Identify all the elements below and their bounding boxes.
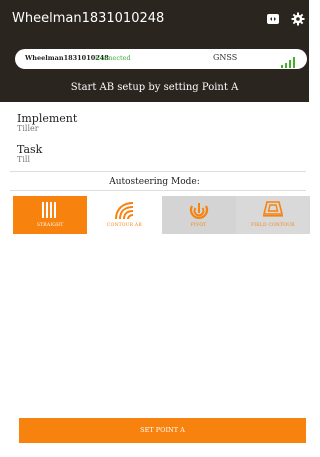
switch-view-icon[interactable]	[266, 11, 282, 27]
mode-straight-label: STRAIGHT	[36, 223, 64, 228]
setup-prompt: Start AB setup by setting Point A	[70, 82, 239, 93]
divider	[10, 190, 306, 191]
mode-field-contour[interactable]: FIELD CONTOUR	[235, 196, 310, 234]
signal-bars-icon	[281, 53, 297, 72]
contour-lines-icon	[113, 200, 135, 224]
gnss-label: GNSS	[213, 53, 238, 62]
mode-pivot[interactable]: PIVOT	[161, 196, 236, 234]
set-point-a-button[interactable]: SET POINT A	[19, 418, 306, 443]
mode-contour-ab[interactable]: CONTOUR AB	[87, 196, 162, 234]
mode-straight[interactable]: STRAIGHT	[13, 196, 88, 234]
task-value: Till	[17, 155, 31, 164]
app-title: Wheelman1831010248	[12, 11, 165, 26]
mode-contour-ab-label: CONTOUR AB	[106, 223, 142, 228]
straight-lines-icon	[40, 200, 60, 224]
implement-value: Tiller	[17, 124, 39, 133]
autosteer-mode-selector: STRAIGHT CONTOUR AB PIVOT FIELD CONTOUR	[13, 196, 310, 234]
divider	[10, 171, 306, 172]
gear-icon[interactable]	[291, 11, 307, 27]
mode-field-contour-label: FIELD CONTOUR	[250, 223, 295, 228]
task-field[interactable]: Task Till	[17, 143, 42, 164]
field-contour-icon	[262, 200, 284, 222]
connection-status: - Connected	[91, 54, 131, 62]
autosteer-mode-label: Autosteering Mode:	[109, 177, 200, 187]
implement-field[interactable]: Implement Tiller	[17, 112, 77, 133]
status-bar: Wheelman1831010248 - Connected GNSS	[15, 49, 307, 69]
top-app-bar: Wheelman1831010248	[0, 0, 309, 40]
mode-pivot-label: PIVOT	[190, 223, 207, 228]
pivot-icon	[188, 200, 210, 224]
